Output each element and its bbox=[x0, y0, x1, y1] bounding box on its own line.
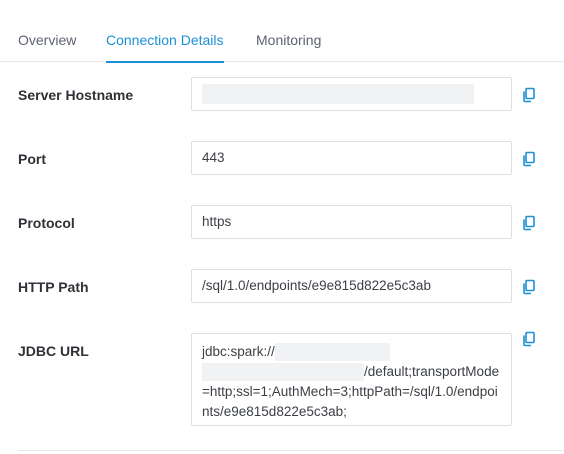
jdbc-url-prefix: jdbc:spark:// bbox=[202, 344, 275, 359]
copy-icon bbox=[523, 215, 535, 231]
http-path-field[interactable]: /sql/1.0/endpoints/e9e815d822e5c3ab bbox=[191, 269, 512, 303]
tab-monitoring[interactable]: Monitoring bbox=[256, 31, 321, 62]
redacted-jdbc-host-part2 bbox=[202, 363, 364, 382]
jdbc-url-field[interactable]: jdbc:spark:///default;transportMode=http… bbox=[191, 333, 512, 426]
tab-bar: Overview Connection Details Monitoring bbox=[0, 0, 564, 63]
server-hostname-field[interactable] bbox=[191, 77, 512, 111]
copy-protocol-button[interactable] bbox=[521, 215, 537, 231]
tab-overview[interactable]: Overview bbox=[18, 31, 76, 62]
copy-icon bbox=[523, 87, 535, 103]
protocol-field[interactable]: https bbox=[191, 205, 512, 239]
copy-server-hostname-button[interactable] bbox=[521, 87, 537, 103]
port-field[interactable]: 443 bbox=[191, 141, 512, 175]
copy-icon bbox=[523, 151, 535, 167]
jdbc-url-label: JDBC URL bbox=[18, 343, 89, 359]
connection-details-panel: Overview Connection Details Monitoring S… bbox=[0, 0, 564, 454]
copy-icon bbox=[523, 331, 535, 347]
port-label: Port bbox=[18, 151, 46, 167]
copy-icon bbox=[523, 279, 535, 295]
copy-http-path-button[interactable] bbox=[521, 279, 537, 295]
redacted-jdbc-host-part1 bbox=[274, 343, 390, 362]
copy-port-button[interactable] bbox=[521, 151, 537, 167]
protocol-label: Protocol bbox=[18, 215, 75, 231]
port-value: 443 bbox=[202, 150, 225, 165]
server-hostname-label: Server Hostname bbox=[18, 87, 134, 103]
http-path-value: /sql/1.0/endpoints/e9e815d822e5c3ab bbox=[202, 278, 431, 293]
redacted-hostname bbox=[202, 84, 474, 105]
tab-connection-details[interactable]: Connection Details bbox=[106, 31, 224, 63]
http-path-label: HTTP Path bbox=[18, 279, 89, 295]
divider bbox=[18, 450, 564, 451]
protocol-value: https bbox=[202, 214, 232, 229]
copy-jdbc-url-button[interactable] bbox=[521, 331, 537, 347]
